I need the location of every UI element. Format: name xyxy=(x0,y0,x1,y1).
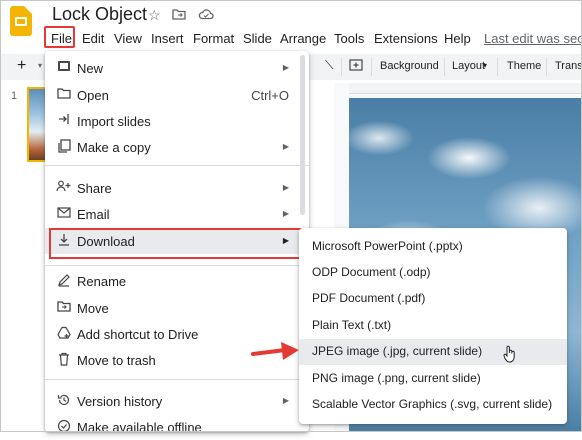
slides-logo[interactable] xyxy=(10,6,32,36)
transition-button[interactable]: Transi xyxy=(555,60,582,72)
theme-button[interactable]: Theme xyxy=(507,60,541,72)
menu-item-share[interactable]: Share ▶ xyxy=(45,175,309,201)
menu-item-import-slides[interactable]: Import slides xyxy=(45,108,309,134)
menu-item-new[interactable]: New ▶ xyxy=(45,55,309,81)
menu-item-label: Open xyxy=(77,88,109,103)
menu-item-make-a-copy[interactable]: Make a copy ▶ xyxy=(45,134,309,160)
submenu-arrow-icon: ▶ xyxy=(282,183,289,192)
menu-item-label: Rename xyxy=(77,274,127,289)
import-icon xyxy=(56,113,72,129)
download-png[interactable]: PNG image (.png, current slide) xyxy=(299,366,567,392)
background-button[interactable]: Background xyxy=(380,60,439,72)
drive-shortcut-icon xyxy=(56,326,72,342)
menu-divider xyxy=(45,165,309,166)
menu-item-label: Import slides xyxy=(77,114,151,129)
menu-item-label: Make a copy xyxy=(77,140,151,155)
download-svg[interactable]: Scalable Vector Graphics (.svg, current … xyxy=(299,392,567,418)
download-option-label: Scalable Vector Graphics (.svg, current … xyxy=(312,397,553,411)
download-option-label: PDF Document (.pdf) xyxy=(312,291,426,305)
download-option-label: Microsoft PowerPoint (.pptx) xyxy=(312,239,463,253)
layout-button[interactable]: Layout xyxy=(452,60,485,72)
email-icon xyxy=(56,206,72,222)
menu-arrange[interactable]: Arrange xyxy=(280,31,326,46)
menu-tools[interactable]: Tools xyxy=(334,31,364,46)
copy-icon xyxy=(56,139,72,155)
menu-item-version-history[interactable]: Version history ▶ xyxy=(45,388,309,414)
layout-dropdown-icon[interactable]: ▾ xyxy=(483,61,487,70)
menu-item-label: Share xyxy=(77,181,112,196)
file-menu-highlight xyxy=(44,26,75,48)
file-menu: New ▶ Open Ctrl+O Import slides Make a c… xyxy=(45,51,309,435)
menu-item-label: New xyxy=(77,61,104,76)
slide-number: 1 xyxy=(11,90,18,102)
download-odp[interactable]: ODP Document (.odp) xyxy=(299,260,567,286)
offline-icon xyxy=(56,419,72,435)
menu-item-offline[interactable]: Make available offline xyxy=(45,414,309,440)
menu-divider xyxy=(45,379,309,380)
share-person-icon xyxy=(56,180,72,196)
menu-view[interactable]: View xyxy=(114,31,142,46)
shortcut-label: Ctrl+O xyxy=(251,88,289,103)
download-txt[interactable]: Plain Text (.txt) xyxy=(299,313,567,339)
download-option-label: Plain Text (.txt) xyxy=(312,318,392,332)
folder-open-icon xyxy=(56,87,72,103)
menu-slide[interactable]: Slide xyxy=(243,31,272,46)
menu-item-email[interactable]: Email ▶ xyxy=(45,201,309,227)
menu-item-label: Move xyxy=(77,301,109,316)
rename-pencil-icon xyxy=(56,273,72,289)
download-option-label: ODP Document (.odp) xyxy=(312,265,431,279)
document-title[interactable]: Lock Object xyxy=(52,4,147,25)
download-option-label: PNG image (.png, current slide) xyxy=(312,371,481,385)
download-pdf[interactable]: PDF Document (.pdf) xyxy=(299,286,567,312)
new-slide-button[interactable]: + xyxy=(17,57,26,75)
submenu-arrow-icon: ▶ xyxy=(282,63,289,72)
submenu-arrow-icon: ▶ xyxy=(282,396,289,405)
menu-item-label: Email xyxy=(77,207,110,222)
ruler xyxy=(349,83,582,94)
menu-item-rename[interactable]: Rename xyxy=(45,268,309,294)
red-pointer-arrow-icon xyxy=(251,342,299,360)
last-edit-link[interactable]: Last edit was seco xyxy=(484,31,582,46)
menu-format[interactable]: Format xyxy=(193,31,234,46)
download-option-label: JPEG image (.jpg, current slide) xyxy=(312,344,483,358)
trash-icon xyxy=(56,352,72,368)
download-submenu: Microsoft PowerPoint (.pptx) ODP Documen… xyxy=(299,228,567,424)
star-icon[interactable]: ☆ xyxy=(148,7,161,24)
submenu-arrow-icon: ▶ xyxy=(282,142,289,151)
menu-item-label: Add shortcut to Drive xyxy=(77,327,199,342)
menu-item-label: Make available offline xyxy=(77,420,202,435)
menu-divider xyxy=(45,265,309,266)
line-tool-icon[interactable]: ⟍ xyxy=(325,58,333,73)
menu-extensions[interactable]: Extensions xyxy=(374,31,438,46)
submenu-arrow-icon: ▶ xyxy=(282,209,289,218)
move-folder-icon[interactable] xyxy=(172,7,186,23)
comment-add-icon[interactable] xyxy=(349,59,363,78)
menu-item-label: Move to trash xyxy=(77,353,156,368)
download-pptx[interactable]: Microsoft PowerPoint (.pptx) xyxy=(299,234,567,260)
new-slides-icon xyxy=(56,60,72,76)
download-jpeg[interactable]: JPEG image (.jpg, current slide) xyxy=(299,339,567,365)
hand-cursor-icon xyxy=(503,345,515,363)
cloud-status-icon[interactable] xyxy=(198,7,214,23)
menu-help[interactable]: Help xyxy=(444,31,471,46)
menu-item-label: Version history xyxy=(77,394,163,409)
menu-edit[interactable]: Edit xyxy=(82,31,104,46)
download-highlight xyxy=(49,228,303,259)
move-folder-icon xyxy=(56,300,72,316)
new-slide-dropdown-icon[interactable]: ▾ xyxy=(38,61,42,70)
menu-item-open[interactable]: Open Ctrl+O xyxy=(45,82,309,108)
history-icon xyxy=(56,393,72,409)
menu-insert[interactable]: Insert xyxy=(151,31,184,46)
menu-item-move[interactable]: Move xyxy=(45,295,309,321)
